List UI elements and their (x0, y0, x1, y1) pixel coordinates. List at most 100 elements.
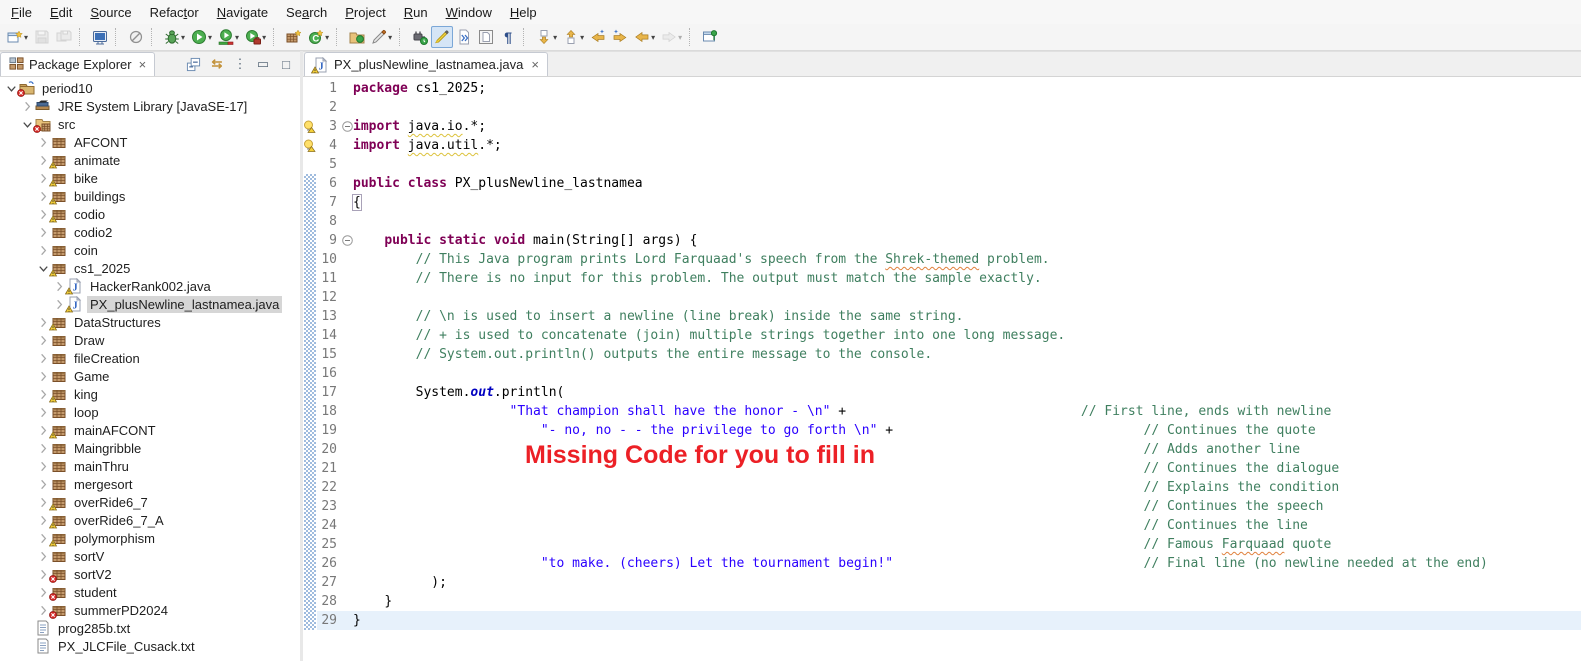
tree-item-period10[interactable]: period10 (0, 79, 300, 97)
show-whitespace-icon[interactable]: ¶ (497, 26, 519, 48)
menu-item-help[interactable]: Help (501, 2, 546, 23)
code-line-22[interactable]: 22 // Explains the condition (303, 478, 1581, 497)
minimize-icon[interactable]: ▭ (255, 56, 271, 72)
fold-ruler-cell (341, 478, 353, 497)
link-with-editor-icon[interactable]: ⇆ (209, 56, 225, 72)
code-line-5[interactable]: 5 (303, 155, 1581, 174)
src-icon (35, 116, 51, 132)
main-area: Package Explorer × ⇆⋮▭□ period10JRE Syst… (0, 51, 1581, 661)
annotation-ruler-cell (303, 383, 317, 402)
view-menu-icon[interactable]: ⋮ (232, 56, 248, 72)
pkg-icon (51, 440, 67, 456)
external-tools-icon[interactable] (409, 26, 431, 48)
code-editor[interactable]: Missing Code for you to fill in 1package… (303, 77, 1581, 661)
menu-item-run[interactable]: Run (395, 2, 437, 23)
code-line-27[interactable]: 27 ); (303, 573, 1581, 592)
code-line-25[interactable]: 25 // Famous Farquaad quote (303, 535, 1581, 554)
annotation-ruler-cell (303, 79, 317, 98)
code-line-6[interactable]: 6public class PX_plusNewline_lastnamea (303, 174, 1581, 193)
open-task-icon[interactable] (346, 26, 368, 48)
code-line-3[interactable]: 3import java.io.*; (303, 117, 1581, 136)
code-line-16[interactable]: 16 (303, 364, 1581, 383)
menu-item-refactor[interactable]: Refactor (141, 2, 208, 23)
back-icon[interactable]: ▾ (631, 26, 658, 48)
profile-icon[interactable]: ▾ (242, 26, 269, 48)
menu-item-window[interactable]: Window (437, 2, 501, 23)
code-line-20[interactable]: 20 // Adds another line (303, 440, 1581, 459)
toggle-mark-occurrences-icon[interactable] (431, 26, 453, 48)
code-line-14[interactable]: 14 // + is used to concatenate (join) mu… (303, 326, 1581, 345)
code-line-21[interactable]: 21 // Continues the dialogue (303, 459, 1581, 478)
code-line-17[interactable]: 17 System.out.println( (303, 383, 1581, 402)
new-wizard-icon[interactable]: ▾ (4, 26, 31, 48)
new-class-icon[interactable]: C▾ (305, 26, 332, 48)
code-line-9[interactable]: 9 public static void main(String[] args)… (303, 231, 1581, 250)
last-edit-location-icon[interactable] (475, 26, 497, 48)
code-line-24[interactable]: 24 // Continues the line (303, 516, 1581, 535)
menu-item-project[interactable]: Project (336, 2, 394, 23)
back-edit-icon[interactable] (587, 26, 609, 48)
code-text: import java.io.*; (353, 117, 1581, 136)
line-number: 15 (317, 345, 341, 364)
code-line-8[interactable]: 8 (303, 212, 1581, 231)
pkg-icon (51, 134, 67, 150)
code-line-18[interactable]: 18 "That champion shall have the honor -… (303, 402, 1581, 421)
pin-editor-icon[interactable] (699, 26, 721, 48)
fold-collapse-icon[interactable] (341, 117, 353, 136)
code-line-2[interactable]: 2 (303, 98, 1581, 117)
open-console-icon[interactable] (89, 26, 111, 48)
debug-icon[interactable]: ▾ (161, 26, 188, 48)
menu-item-source[interactable]: Source (81, 2, 140, 23)
code-text: } (353, 592, 1581, 611)
code-text: // System.out.println() outputs the enti… (353, 345, 1581, 364)
menu-item-edit[interactable]: Edit (41, 2, 81, 23)
code-line-7[interactable]: 7{ (303, 193, 1581, 212)
code-line-12[interactable]: 12 (303, 288, 1581, 307)
forward-edit-icon[interactable] (609, 26, 631, 48)
code-line-28[interactable]: 28 } (303, 592, 1581, 611)
warning-bulb-icon[interactable] (303, 136, 317, 155)
warning-overlay-icon (49, 503, 57, 511)
code-text: "- no, no - - the privilege to go forth … (353, 421, 1581, 440)
collapse-all-icon[interactable] (186, 57, 202, 72)
next-edit-icon[interactable] (453, 26, 475, 48)
coverage-icon[interactable]: ▾ (215, 26, 242, 48)
maximize-icon[interactable]: □ (278, 57, 294, 72)
pkg-icon (51, 512, 67, 528)
code-text: // Continues the line (353, 516, 1581, 535)
run-icon[interactable]: ▾ (188, 26, 215, 48)
code-line-19[interactable]: 19 "- no, no - - the privilege to go for… (303, 421, 1581, 440)
pkg-icon (51, 368, 67, 384)
error-overlay-icon (49, 611, 57, 619)
warning-bulb-icon[interactable] (303, 117, 317, 136)
code-line-29[interactable]: 29} (303, 611, 1581, 630)
editor-tab[interactable]: J PX_plusNewline_lastnamea.java × (304, 52, 548, 76)
package-explorer-tab[interactable]: Package Explorer × (0, 52, 155, 76)
menu-item-file[interactable]: File (2, 2, 41, 23)
fold-ruler-cell (341, 611, 353, 630)
code-line-1[interactable]: 1package cs1_2025; (303, 79, 1581, 98)
code-line-13[interactable]: 13 // \n is used to insert a newline (li… (303, 307, 1581, 326)
close-view-icon[interactable]: × (139, 57, 147, 72)
code-line-23[interactable]: 23 // Continues the speech (303, 497, 1581, 516)
code-line-11[interactable]: 11 // There is no input for this problem… (303, 269, 1581, 288)
previous-annotation-icon[interactable]: ▾ (560, 26, 587, 48)
next-annotation-icon[interactable]: ▾ (533, 26, 560, 48)
menu-item-search[interactable]: Search (277, 2, 336, 23)
format-brush-icon[interactable]: ▾ (368, 26, 395, 48)
code-line-4[interactable]: 4import java.util.*; (303, 136, 1581, 155)
menu-item-navigate[interactable]: Navigate (208, 2, 277, 23)
new-java-project-icon[interactable] (283, 26, 305, 48)
pkg-icon (51, 206, 67, 222)
code-line-26[interactable]: 26 "to make. (cheers) Let the tournament… (303, 554, 1581, 573)
warning-overlay-icon (49, 395, 57, 403)
code-line-15[interactable]: 15 // System.out.println() outputs the e… (303, 345, 1581, 364)
skip-breakpoints-icon[interactable] (125, 26, 147, 48)
fold-ruler-cell (341, 592, 353, 611)
warning-overlay-icon (49, 269, 57, 277)
fold-collapse-icon[interactable] (341, 231, 353, 250)
toolbar-separator (336, 28, 343, 46)
code-line-10[interactable]: 10 // This Java program prints Lord Farq… (303, 250, 1581, 269)
fold-ruler-cell (341, 440, 353, 459)
line-number: 1 (317, 79, 341, 98)
